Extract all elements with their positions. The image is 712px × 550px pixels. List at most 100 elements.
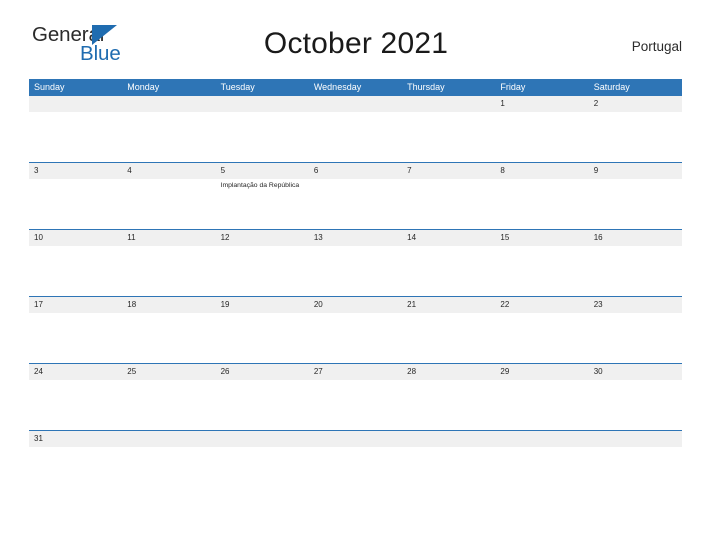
day-event: [495, 179, 588, 229]
day-event: [29, 313, 122, 363]
day-number[interactable]: [309, 96, 402, 112]
day-number[interactable]: 30: [589, 364, 682, 380]
day-number[interactable]: 23: [589, 297, 682, 313]
day-number[interactable]: 20: [309, 297, 402, 313]
page-title: October 2021: [263, 27, 449, 60]
day-number[interactable]: [402, 96, 495, 112]
day-event: [216, 380, 309, 430]
day-event: [402, 447, 495, 465]
day-event: [402, 246, 495, 296]
day-header-wednesday: Wednesday: [313, 82, 362, 92]
day-number[interactable]: 26: [216, 364, 309, 380]
day-number[interactable]: 11: [122, 230, 215, 246]
day-number[interactable]: [309, 431, 402, 447]
day-event: [122, 179, 215, 229]
day-event: [216, 246, 309, 296]
day-event: [402, 179, 495, 229]
week-date-numbers: 3 4 5 6 7 8 9: [29, 163, 682, 179]
day-number[interactable]: 22: [495, 297, 588, 313]
day-event: [122, 313, 215, 363]
page-header: General Blue October 2021 Portugal: [0, 22, 712, 70]
country-label: Portugal: [631, 39, 682, 54]
day-of-week-header-row: Sunday Monday Tuesday Wednesday Thursday…: [29, 79, 682, 96]
day-number[interactable]: 27: [309, 364, 402, 380]
day-event: [122, 246, 215, 296]
day-event: [495, 313, 588, 363]
day-event: [122, 112, 215, 162]
week-event-area: [29, 112, 682, 162]
day-number[interactable]: [589, 431, 682, 447]
week-event-area: [29, 246, 682, 296]
week-row: 24 25 26 27 28 29 30: [29, 363, 682, 430]
day-event: [309, 313, 402, 363]
day-header-saturday: Saturday: [593, 82, 630, 92]
day-number[interactable]: 17: [29, 297, 122, 313]
day-event: [29, 112, 122, 162]
day-event: [589, 246, 682, 296]
day-number[interactable]: 24: [29, 364, 122, 380]
day-number[interactable]: 2: [589, 96, 682, 112]
day-number[interactable]: [216, 431, 309, 447]
week-date-numbers: 31: [29, 431, 682, 447]
day-event: [402, 380, 495, 430]
day-event: [216, 447, 309, 465]
week-row: 31: [29, 430, 682, 465]
day-number[interactable]: 1: [495, 96, 588, 112]
day-event: [309, 380, 402, 430]
week-event-area: [29, 447, 682, 465]
day-event: [29, 447, 122, 465]
day-number[interactable]: 16: [589, 230, 682, 246]
day-event: [495, 112, 588, 162]
day-event: [589, 447, 682, 465]
week-row: 17 18 19 20 21 22 23: [29, 296, 682, 363]
day-event: [495, 380, 588, 430]
day-number[interactable]: 21: [402, 297, 495, 313]
day-number[interactable]: [402, 431, 495, 447]
day-event: [309, 246, 402, 296]
week-date-numbers: 24 25 26 27 28 29 30: [29, 364, 682, 380]
day-number[interactable]: 19: [216, 297, 309, 313]
day-number[interactable]: 15: [495, 230, 588, 246]
day-number[interactable]: 5: [216, 163, 309, 179]
day-event: [402, 112, 495, 162]
day-event: [216, 112, 309, 162]
day-number[interactable]: [495, 431, 588, 447]
day-number[interactable]: 29: [495, 364, 588, 380]
day-number[interactable]: 13: [309, 230, 402, 246]
day-number[interactable]: 3: [29, 163, 122, 179]
day-number[interactable]: [29, 96, 122, 112]
day-event: [29, 246, 122, 296]
day-number[interactable]: 12: [216, 230, 309, 246]
week-event-area: [29, 380, 682, 430]
day-number[interactable]: [122, 96, 215, 112]
day-number[interactable]: 8: [495, 163, 588, 179]
day-number[interactable]: [122, 431, 215, 447]
day-header-sunday: Sunday: [34, 82, 65, 92]
day-number[interactable]: 28: [402, 364, 495, 380]
day-event: [309, 112, 402, 162]
day-event: [29, 179, 122, 229]
day-event: [309, 447, 402, 465]
day-number[interactable]: 7: [402, 163, 495, 179]
day-event: [29, 380, 122, 430]
day-event: [216, 313, 309, 363]
day-header-monday: Monday: [127, 82, 160, 92]
day-number[interactable]: 18: [122, 297, 215, 313]
day-event: [589, 179, 682, 229]
day-number[interactable]: [216, 96, 309, 112]
day-event: [402, 313, 495, 363]
week-event-area: Implantação da República: [29, 179, 682, 229]
day-event: [495, 447, 588, 465]
calendar-page: General Blue October 2021 Portugal Sunda…: [0, 0, 712, 550]
week-row: 1 2: [29, 96, 682, 162]
day-number[interactable]: 31: [29, 431, 122, 447]
week-event-area: [29, 313, 682, 363]
day-number[interactable]: 10: [29, 230, 122, 246]
day-number[interactable]: 25: [122, 364, 215, 380]
day-number[interactable]: 6: [309, 163, 402, 179]
day-number[interactable]: 14: [402, 230, 495, 246]
week-row: 3 4 5 6 7 8 9 Implantação da República: [29, 162, 682, 229]
day-number[interactable]: 9: [589, 163, 682, 179]
day-number[interactable]: 4: [122, 163, 215, 179]
calendar-grid: Sunday Monday Tuesday Wednesday Thursday…: [29, 79, 682, 465]
